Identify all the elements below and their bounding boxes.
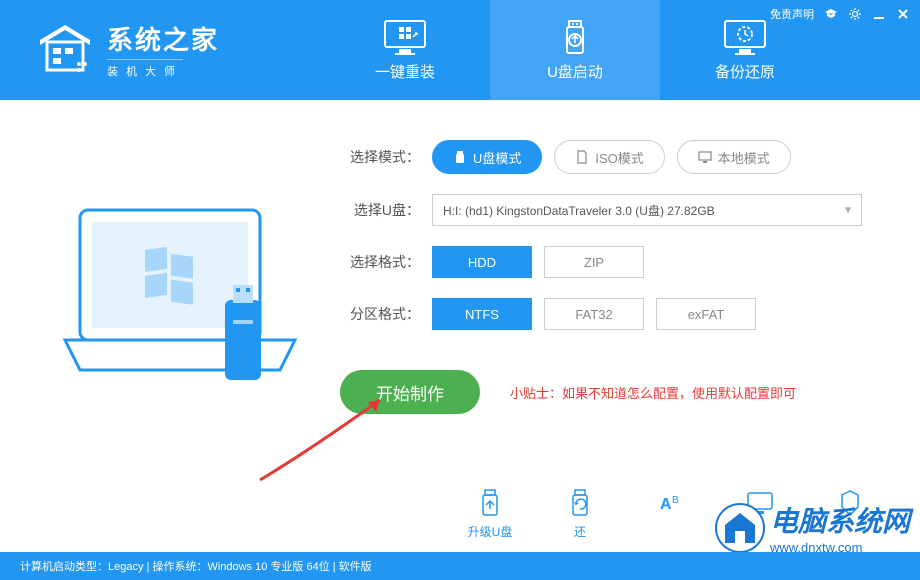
tab-backup-label: 备份还原: [715, 61, 775, 82]
partition-ntfs-button[interactable]: NTFS: [432, 298, 532, 330]
config-panel: 选择模式： U盘模式 ISO模式 本地模式 选择U盘： H:I: (hd1) K…: [340, 140, 870, 430]
monitor-icon: [698, 150, 712, 164]
restore-icon: [564, 487, 596, 519]
font-icon: AB: [654, 487, 686, 519]
partition-fat32-button[interactable]: FAT32: [544, 298, 644, 330]
statusbar-text: 计算机启动类型：Legacy | 操作系统：Windows 10 专业版 64位…: [20, 558, 372, 574]
svg-text:A: A: [660, 496, 672, 513]
tab-usb-boot[interactable]: U盘启动: [490, 0, 660, 100]
laptop-usb-illustration: [50, 170, 310, 430]
logo-icon: [35, 20, 95, 80]
watermark-text: 电脑系统网: [770, 500, 910, 540]
tab-usb-boot-label: U盘启动: [547, 61, 603, 82]
content: 选择模式： U盘模式 ISO模式 本地模式 选择U盘： H:I: (hd1) K…: [0, 100, 920, 430]
monitor-install-icon: [383, 19, 427, 55]
usb-select-value: H:I: (hd1) KingstonDataTraveler 3.0 (U盘)…: [443, 202, 715, 219]
header: 系统之家 装机大师 一键重装 U盘启动 备份还原 免责声明: [0, 0, 920, 100]
watermark: 电脑系统网 www.dnxtw.com: [715, 500, 910, 555]
start-button[interactable]: 开始制作: [340, 370, 480, 414]
logo-title: 系统之家: [107, 20, 219, 57]
mode-local-button[interactable]: 本地模式: [677, 140, 791, 174]
mode-label: 选择模式：: [340, 147, 420, 167]
usb-label: 选择U盘：: [340, 200, 420, 220]
mode-usb-button[interactable]: U盘模式: [432, 140, 542, 174]
tab-reinstall[interactable]: 一键重装: [320, 0, 490, 100]
usb-upgrade-icon: [474, 487, 506, 519]
file-icon: [575, 150, 589, 164]
tip-text: 小贴士：如果不知道怎么配置，使用默认配置即可: [510, 383, 796, 402]
tool-restore[interactable]: 还: [550, 487, 610, 540]
settings-icon[interactable]: [848, 7, 862, 21]
usb-boot-icon: [553, 19, 597, 55]
graduation-icon[interactable]: [824, 7, 838, 21]
partition-exfat-button[interactable]: exFAT: [656, 298, 756, 330]
logo-subtitle: 装机大师: [107, 59, 183, 79]
partition-label: 分区格式：: [340, 304, 420, 324]
format-label: 选择格式：: [340, 252, 420, 272]
disclaimer-link[interactable]: 免责声明: [770, 6, 814, 22]
format-zip-button[interactable]: ZIP: [544, 246, 644, 278]
usb-select-dropdown[interactable]: H:I: (hd1) KingstonDataTraveler 3.0 (U盘)…: [432, 194, 862, 226]
tab-reinstall-label: 一键重装: [375, 61, 435, 82]
tool-upgrade-usb[interactable]: 升级U盘: [460, 487, 520, 540]
mode-iso-button[interactable]: ISO模式: [554, 140, 664, 174]
tool-upgrade-label: 升级U盘: [468, 523, 513, 540]
monitor-backup-icon: [723, 19, 767, 55]
close-icon[interactable]: [896, 7, 910, 21]
titlebar: 免责声明: [770, 6, 910, 22]
tool-restore-label: 还: [574, 523, 586, 540]
usb-icon: [453, 150, 467, 164]
watermark-house-icon: [715, 503, 765, 553]
logo: 系统之家 装机大师: [0, 20, 300, 80]
statusbar: 计算机启动类型：Legacy | 操作系统：Windows 10 专业版 64位…: [0, 552, 920, 580]
minimize-icon[interactable]: [872, 7, 886, 21]
tool-font[interactable]: AB: [640, 487, 700, 540]
nav-tabs: 一键重装 U盘启动 备份还原: [320, 0, 830, 100]
svg-text:B: B: [672, 495, 679, 506]
format-hdd-button[interactable]: HDD: [432, 246, 532, 278]
